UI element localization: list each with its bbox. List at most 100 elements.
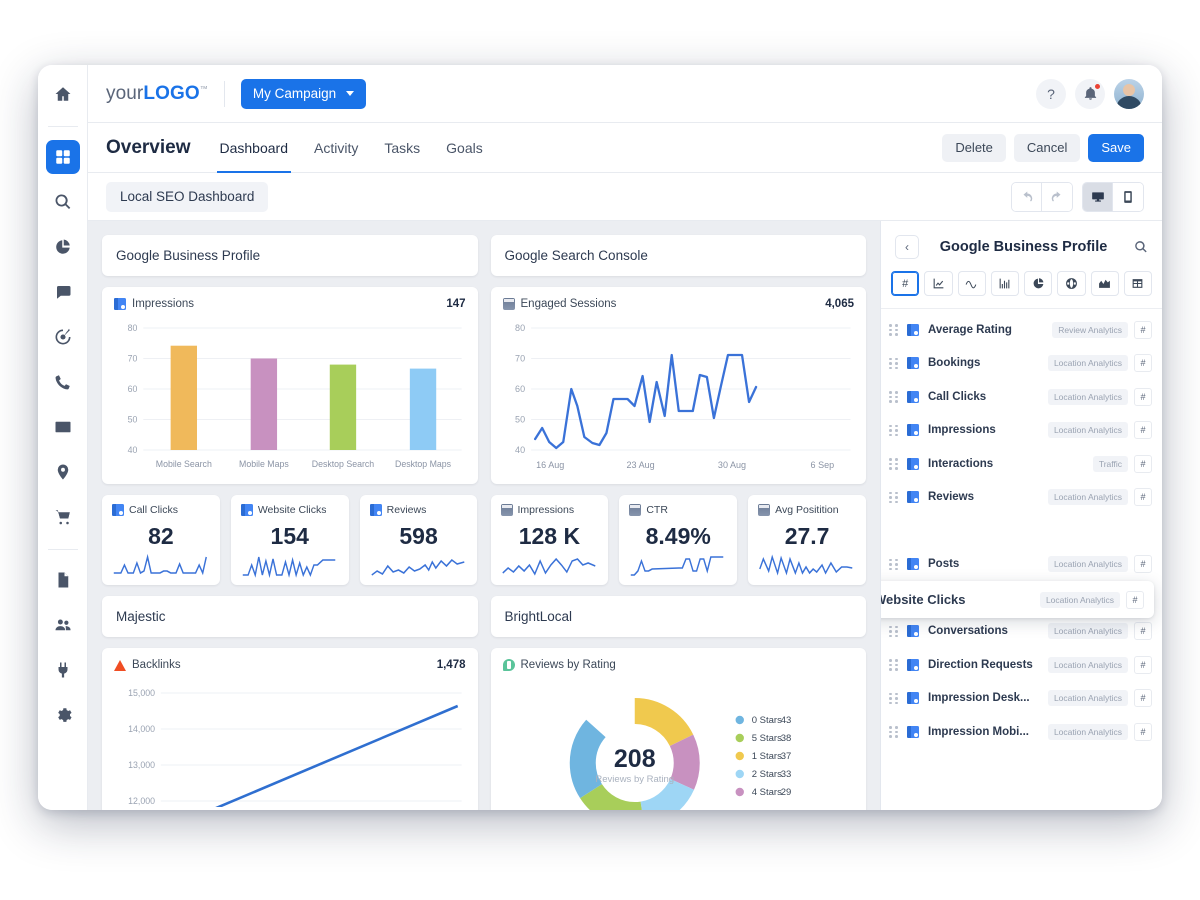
metric-type-badge[interactable]: #	[1126, 590, 1144, 609]
tab-tasks[interactable]: Tasks	[381, 125, 423, 174]
metric-name: Posts	[928, 558, 960, 571]
panel-search-button[interactable]	[1128, 240, 1148, 254]
page-nav-bar: Overview Dashboard Activity Tasks Goals …	[88, 123, 1162, 174]
list-item[interactable]: Call Clicks Location Analytics #	[881, 380, 1162, 414]
kpi-sparkline	[241, 553, 339, 579]
type-area-chart-button[interactable]	[1090, 271, 1119, 296]
user-avatar[interactable]	[1114, 78, 1144, 109]
widget-engaged-sessions-line[interactable]: Engaged Sessions 4,065 80 70 60 50 40 16…	[490, 287, 866, 484]
list-item[interactable]: Average Rating Review Analytics #	[881, 313, 1162, 347]
drag-handle-icon[interactable]	[889, 357, 899, 369]
widget-grid-top: Google Business Profile Impressions 147	[102, 235, 866, 810]
metric-type-badge[interactable]: #	[1134, 454, 1152, 473]
save-button[interactable]: Save	[1088, 133, 1144, 162]
metric-type-badge[interactable]: #	[1134, 320, 1152, 339]
home-icon[interactable]	[46, 77, 80, 111]
kpi-avg-position[interactable]: Avg Positition 27.7	[748, 495, 866, 585]
type-line-chart-button[interactable]	[924, 271, 953, 296]
svg-text:Mobile Search: Mobile Search	[156, 459, 212, 469]
kpi-impressions[interactable]: Impressions 128 K	[490, 495, 609, 585]
drag-handle-icon[interactable]	[889, 324, 899, 336]
metric-category-chip: Traffic	[1092, 455, 1128, 472]
list-item[interactable]: Bookings Location Analytics #	[881, 347, 1162, 381]
gear-icon[interactable]	[46, 698, 80, 732]
type-bar-chart-button[interactable]	[990, 271, 1019, 296]
campaign-selector-label: My Campaign	[252, 86, 337, 101]
list-item[interactable]: Conversations Location Analytics #	[881, 615, 1162, 649]
google-business-profile-icon	[112, 504, 124, 516]
type-wave-chart-button[interactable]	[957, 271, 986, 296]
location-pin-icon[interactable]	[46, 455, 80, 489]
kpi-value: 598	[399, 523, 438, 549]
drag-handle-icon[interactable]	[889, 558, 899, 570]
type-table-button[interactable]	[1123, 271, 1152, 296]
dashboard-tab-local-seo[interactable]: Local SEO Dashboard	[106, 181, 269, 212]
svg-text:15,000: 15,000	[128, 688, 155, 698]
metric-name: Impression Desk...	[928, 692, 1030, 705]
metric-type-badge[interactable]: #	[1134, 387, 1152, 406]
plug-icon[interactable]	[46, 653, 80, 687]
envelope-icon[interactable]	[46, 410, 80, 444]
drag-handle-icon[interactable]	[889, 625, 899, 637]
dashboard-grid-icon[interactable]	[45, 140, 80, 174]
target-icon[interactable]	[46, 320, 80, 354]
kpi-call-clicks[interactable]: Call Clicks 82	[102, 495, 220, 585]
metric-type-badge[interactable]: #	[1134, 689, 1152, 708]
drag-handle-icon[interactable]	[889, 659, 899, 671]
drag-handle-icon[interactable]	[889, 424, 899, 436]
metric-type-badge[interactable]: #	[1134, 555, 1152, 574]
tab-goals[interactable]: Goals	[443, 125, 486, 174]
dragging-metric-card[interactable]: Website Clicks Location Analytics #	[881, 581, 1154, 618]
type-pie-chart-button[interactable]	[1024, 271, 1053, 296]
widget-impressions-bar[interactable]: Impressions 147 80 70 60 50 40 Mobile Se…	[102, 287, 478, 484]
widget-reviews-by-rating-donut[interactable]: Reviews by Rating 208 Reviews by Rating …	[490, 648, 866, 810]
delete-button[interactable]: Delete	[942, 133, 1006, 162]
undo-button[interactable]	[1012, 182, 1042, 211]
tab-dashboard[interactable]: Dashboard	[216, 125, 291, 174]
shopping-cart-icon[interactable]	[46, 500, 80, 534]
metric-type-badge[interactable]: #	[1134, 488, 1152, 507]
mobile-view-button[interactable]	[1113, 182, 1143, 211]
tab-activity[interactable]: Activity	[311, 125, 361, 174]
notifications-button[interactable]	[1075, 78, 1105, 109]
drag-handle-icon[interactable]	[889, 391, 899, 403]
drag-handle-icon[interactable]	[889, 726, 899, 738]
chat-bubble-icon[interactable]	[46, 275, 80, 309]
cancel-button[interactable]: Cancel	[1013, 133, 1081, 162]
svg-text:1 Stars: 1 Stars	[751, 751, 781, 762]
search-icon[interactable]	[46, 185, 80, 219]
type-number-button[interactable]: #	[891, 271, 920, 296]
metric-type-badge[interactable]: #	[1134, 421, 1152, 440]
redo-button[interactable]	[1042, 182, 1072, 211]
drag-handle-icon[interactable]	[889, 692, 899, 704]
campaign-selector-button[interactable]: My Campaign	[240, 78, 367, 109]
kpi-header: Impressions	[500, 504, 599, 516]
list-item[interactable]: Interactions Traffic #	[881, 447, 1162, 481]
list-item[interactable]: Impressions Location Analytics #	[881, 414, 1162, 448]
metric-category-chip: Location Analytics	[1047, 355, 1128, 372]
pie-chart-icon[interactable]	[46, 230, 80, 264]
document-icon[interactable]	[46, 563, 80, 597]
phone-icon[interactable]	[46, 365, 80, 399]
list-item[interactable]: Posts Location Analytics #	[881, 548, 1162, 582]
drag-handle-icon[interactable]	[889, 458, 899, 470]
kpi-ctr[interactable]: CTR 8.49%	[619, 495, 738, 585]
metric-type-badge[interactable]: #	[1134, 622, 1152, 641]
widget-backlinks-line[interactable]: Backlinks 1,478 15,000 14,000 13,000 12,…	[102, 648, 478, 810]
desktop-view-button[interactable]	[1083, 182, 1113, 211]
drag-handle-icon[interactable]	[889, 491, 899, 503]
panel-back-button[interactable]: ‹	[895, 235, 919, 259]
kpi-reviews[interactable]: Reviews 598	[359, 495, 478, 585]
list-item[interactable]: Impression Desk... Location Analytics #	[881, 682, 1162, 716]
metric-type-badge[interactable]: #	[1134, 722, 1152, 741]
kpi-website-clicks[interactable]: Website Clicks 154	[230, 495, 349, 585]
metric-type-badge[interactable]: #	[1134, 354, 1152, 373]
list-item[interactable]: Impression Mobi... Location Analytics #	[881, 715, 1162, 749]
help-button[interactable]: ?	[1036, 78, 1066, 109]
list-item[interactable]: Reviews Location Analytics #	[881, 481, 1162, 515]
list-item[interactable]: Direction Requests Location Analytics #	[881, 648, 1162, 682]
type-globe-button[interactable]	[1057, 271, 1086, 296]
app-window: yourLOGO™ My Campaign ? Overview Dashboa…	[38, 65, 1162, 810]
metric-type-badge[interactable]: #	[1134, 655, 1152, 674]
people-icon[interactable]	[46, 608, 80, 642]
